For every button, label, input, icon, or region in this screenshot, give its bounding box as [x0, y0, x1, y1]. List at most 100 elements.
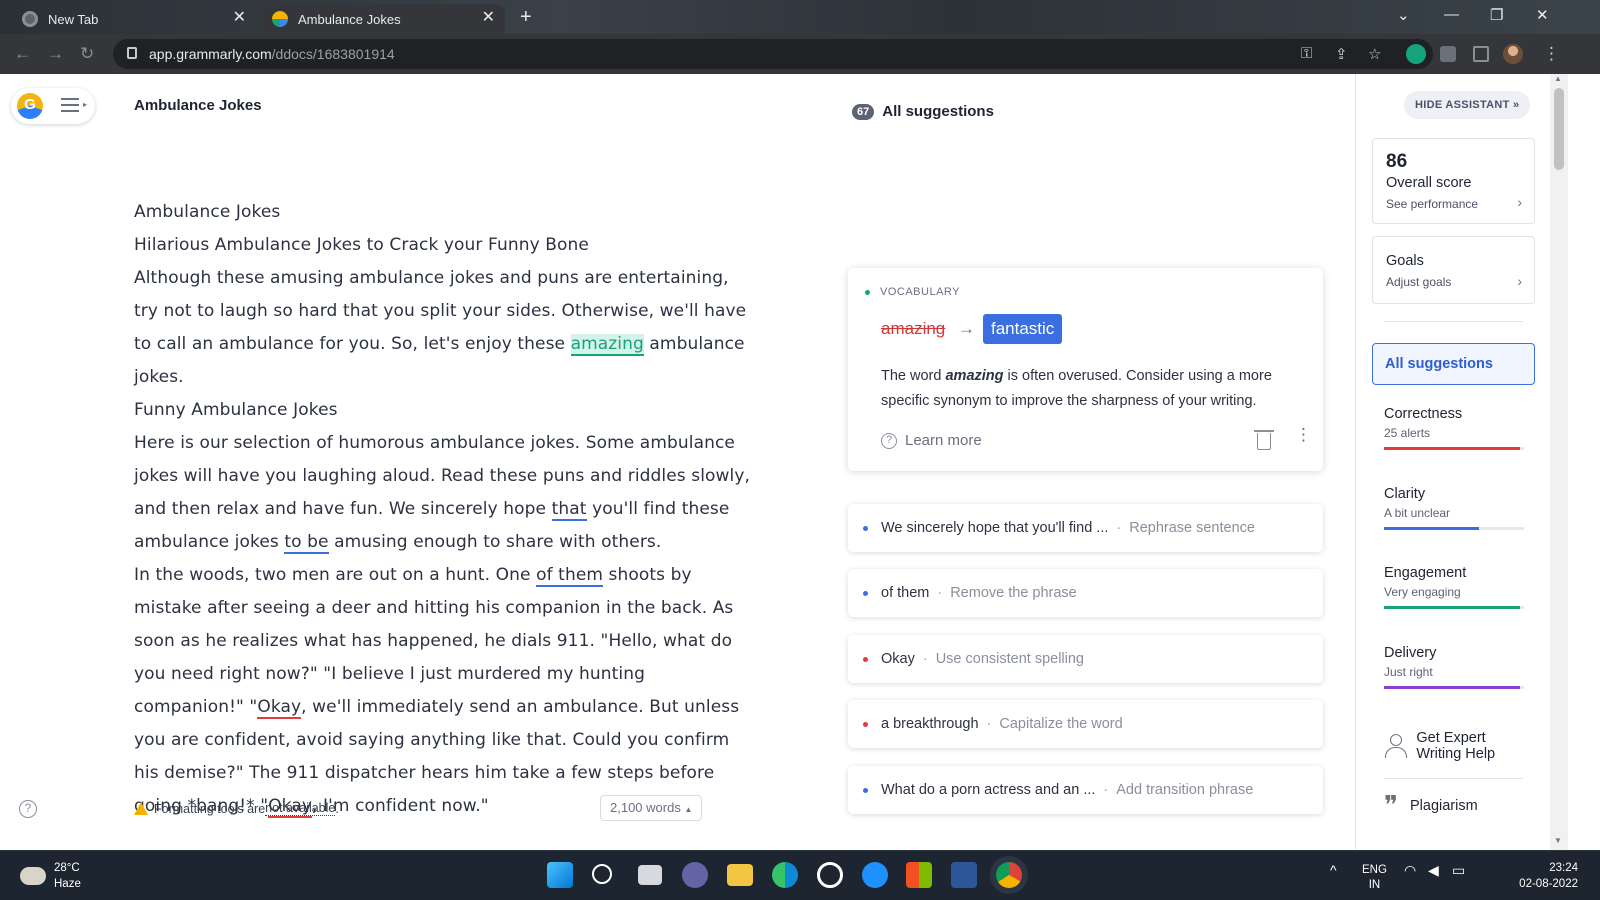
- suggestion-card[interactable]: What do a porn actress and an ... · Add tr…: [848, 766, 1323, 814]
- doc-subheading: Hilarious Ambulance Jokes to Crack your …: [134, 235, 589, 255]
- maximize-icon[interactable]: ❐: [1490, 6, 1503, 24]
- highlighted-word-amazing[interactable]: amazing: [570, 334, 644, 356]
- tab-new-tab[interactable]: New Tab ✕: [8, 4, 256, 34]
- more-options-icon[interactable]: ⋮: [1295, 426, 1312, 443]
- back-icon[interactable]: ←: [14, 44, 31, 64]
- word-count-button[interactable]: 2,100 words ▲: [600, 795, 703, 821]
- close-window-icon[interactable]: ✕: [1536, 6, 1549, 24]
- get-help-icon[interactable]: [862, 862, 888, 888]
- accept-replacement-button[interactable]: fantastic: [983, 314, 1063, 344]
- goals-card[interactable]: Goals Adjust goals ›: [1372, 236, 1535, 304]
- word-icon[interactable]: [951, 862, 977, 888]
- suggestion-card[interactable]: of them · Remove the phrase: [848, 569, 1323, 617]
- scroll-thumb[interactable]: [1554, 88, 1564, 170]
- hamburger-menu-icon[interactable]: [61, 98, 79, 114]
- divider: [1384, 778, 1523, 779]
- edge-browser-icon[interactable]: [772, 862, 798, 888]
- assistant-sidebar: HIDE ASSISTANT » 86 Overall score See pe…: [1355, 74, 1550, 850]
- share-icon[interactable]: ⇪: [1335, 45, 1348, 63]
- expanded-suggestion-card[interactable]: VOCABULARY amazing → fantastic The word …: [848, 268, 1323, 471]
- quote-marks-icon: ❞: [1384, 791, 1398, 821]
- microsoft-store-icon[interactable]: [906, 862, 932, 888]
- doc-heading: Ambulance Jokes: [134, 202, 281, 222]
- not-available-link[interactable]: not available: [265, 801, 336, 816]
- metric-clarity[interactable]: Clarity A bit unclear: [1384, 486, 1524, 530]
- weather-widget[interactable]: 28°C Haze: [20, 860, 81, 892]
- file-explorer-icon[interactable]: [727, 864, 753, 886]
- battery-icon[interactable]: ▭: [1452, 863, 1465, 878]
- app-menu-pill[interactable]: ▸: [11, 88, 95, 124]
- warning-icon: [134, 802, 148, 815]
- teams-chat-icon[interactable]: [682, 862, 708, 888]
- app-icon[interactable]: [817, 862, 843, 888]
- tray-overflow-icon[interactable]: ^: [1330, 863, 1337, 878]
- metric-delivery[interactable]: Delivery Just right: [1384, 645, 1524, 689]
- overall-score-value: 86: [1386, 151, 1408, 172]
- document-title[interactable]: Ambulance Jokes: [134, 97, 262, 114]
- reload-icon[interactable]: ↻: [80, 44, 94, 64]
- search-icon[interactable]: [592, 864, 612, 884]
- see-performance-link[interactable]: See performance: [1386, 197, 1478, 211]
- bookmark-star-icon[interactable]: ☆: [1368, 45, 1381, 63]
- suggestion-card[interactable]: We sincerely hope that you'll find ... · R…: [848, 504, 1323, 552]
- browser-menu-icon[interactable]: ⋮: [1543, 44, 1560, 64]
- windows-start-icon[interactable]: [547, 862, 573, 888]
- forward-icon[interactable]: →: [47, 44, 64, 64]
- browser-tab-strip: New Tab ✕ Ambulance Jokes ✕ + ⌄ — ❐ ✕: [0, 0, 1600, 34]
- tab-search-icon[interactable]: ⌄: [1397, 6, 1410, 24]
- chrome-taskbar-icon[interactable]: [996, 862, 1022, 888]
- clock[interactable]: 23:24 02-08-2022: [1519, 860, 1578, 892]
- get-expert-help-button[interactable]: Get Expert Writing Help: [1384, 730, 1524, 762]
- scroll-down-icon[interactable]: ▼: [1554, 836, 1562, 845]
- hide-assistant-button[interactable]: HIDE ASSISTANT »: [1404, 91, 1531, 119]
- task-view-icon[interactable]: [638, 865, 662, 885]
- divider: [1384, 321, 1523, 322]
- omnibox[interactable]: app.grammarly.com/ddocs/1683801914 ⚿ ⇪ ☆: [113, 39, 1433, 69]
- suggestion-card[interactable]: Okay · Use consistent spelling: [848, 635, 1323, 683]
- tab-title: Ambulance Jokes: [298, 11, 401, 27]
- extensions-icon[interactable]: [1440, 46, 1456, 62]
- windows-taskbar: 28°C Haze ^ ENG IN ◠ ◀ ▭ 23:24 02-08-2022: [0, 850, 1600, 900]
- dismiss-trash-icon[interactable]: [1254, 430, 1274, 450]
- side-panel-icon[interactable]: [1473, 46, 1489, 62]
- key-icon[interactable]: ⚿: [1301, 45, 1312, 62]
- close-tab-icon[interactable]: ✕: [233, 10, 246, 26]
- arrow-right-icon: →: [958, 319, 975, 338]
- overall-score-card[interactable]: 86 Overall score See performance ›: [1372, 138, 1535, 224]
- suggestions-title: All suggestions: [882, 103, 994, 120]
- all-suggestions-button[interactable]: All suggestions: [1372, 343, 1535, 385]
- chevron-right-icon: ›: [1517, 273, 1522, 289]
- url-text[interactable]: app.grammarly.com/ddocs/1683801914: [149, 46, 395, 62]
- double-chevron-icon: »: [1513, 99, 1520, 111]
- underlined-word-that[interactable]: that: [551, 499, 587, 521]
- goals-label: Goals: [1386, 253, 1424, 269]
- close-tab-icon[interactable]: ✕: [482, 10, 495, 26]
- help-icon[interactable]: ?: [19, 800, 37, 818]
- tab-ambulance-jokes[interactable]: Ambulance Jokes ✕: [260, 4, 505, 34]
- page-scrollbar[interactable]: ▲ ▼: [1550, 74, 1568, 850]
- grammarly-logo-icon: [17, 93, 43, 119]
- underlined-phrase-of-them[interactable]: of them: [536, 565, 604, 587]
- suggestion-card[interactable]: a breakthrough · Capitalize the word: [848, 700, 1323, 748]
- profile-avatar[interactable]: [1503, 44, 1523, 64]
- metric-engagement[interactable]: Engagement Very engaging: [1384, 565, 1524, 609]
- volume-icon[interactable]: ◀: [1428, 863, 1439, 878]
- metric-correctness[interactable]: Correctness 25 alerts: [1384, 406, 1524, 450]
- new-tab-icon[interactable]: +: [520, 6, 532, 29]
- wifi-icon[interactable]: ◠: [1404, 863, 1416, 878]
- minimize-icon[interactable]: —: [1444, 6, 1459, 23]
- chevron-right-icon: ›: [1517, 194, 1522, 210]
- formatting-warning: Formatting tools are not available.: [134, 801, 339, 816]
- underlined-word-okay[interactable]: Okay: [257, 697, 302, 719]
- lock-icon[interactable]: [127, 47, 137, 59]
- learn-more-link[interactable]: ? Learn more: [881, 432, 982, 449]
- grammarly-icon: [272, 11, 288, 27]
- adjust-goals-link[interactable]: Adjust goals: [1386, 275, 1451, 289]
- underlined-phrase-to-be[interactable]: to be: [284, 532, 329, 554]
- doc-heading: Funny Ambulance Jokes: [134, 400, 338, 420]
- document-editor[interactable]: Ambulance Jokes Hilarious Ambulance Joke…: [134, 196, 754, 823]
- plagiarism-button[interactable]: ❞ Plagiarism: [1384, 791, 1478, 821]
- language-indicator[interactable]: ENG IN: [1362, 863, 1387, 893]
- scroll-up-icon[interactable]: ▲: [1554, 74, 1562, 83]
- grammarly-extension-icon[interactable]: [1406, 44, 1426, 64]
